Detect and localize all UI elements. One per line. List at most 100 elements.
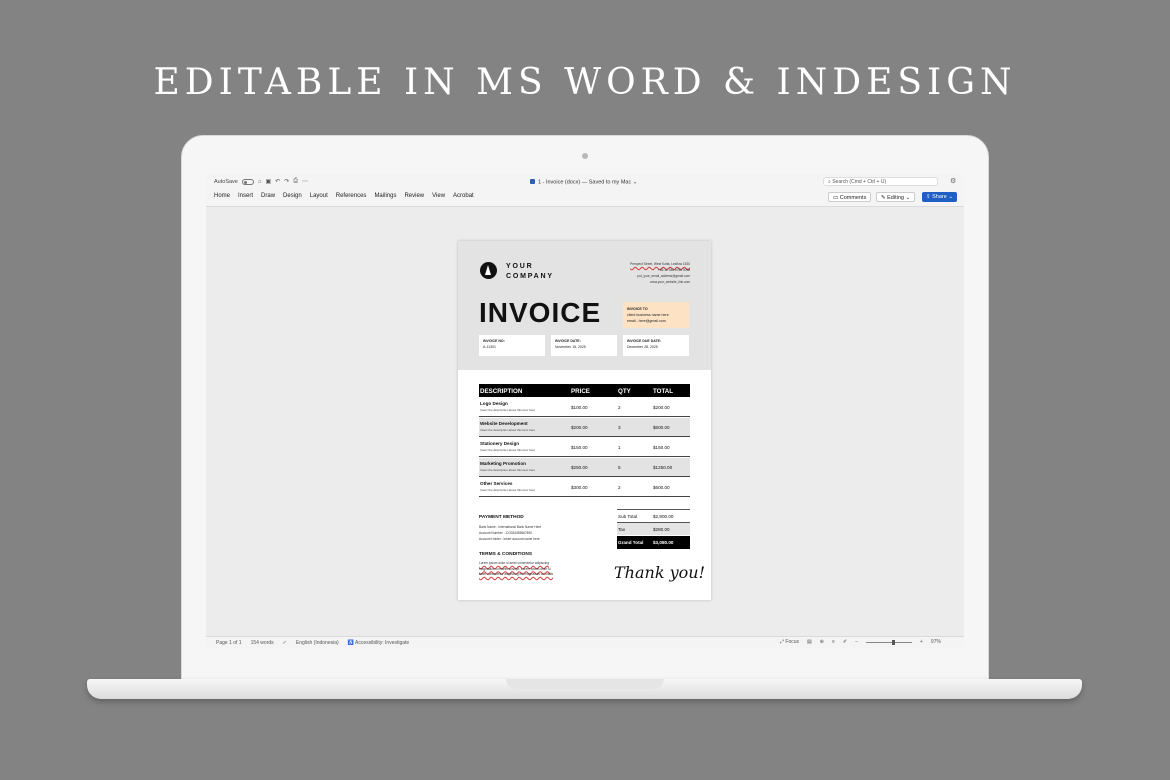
quick-access-toolbar: AutoSave ⌂ ▣ ↶ ↷ ⎙ ⋯: [214, 178, 308, 185]
row-desc: Insert the description about this item h…: [480, 488, 536, 492]
tab-draw[interactable]: Draw: [257, 193, 279, 199]
company-logo-icon: [480, 262, 497, 279]
home-icon[interactable]: ⌂: [258, 179, 262, 185]
row-total: $1250.00: [653, 464, 673, 470]
word-count[interactable]: 154 words: [251, 640, 274, 646]
meta-value: November 15, 2025: [555, 344, 586, 349]
word-doc-icon: [530, 179, 535, 184]
tab-home[interactable]: Home: [210, 193, 234, 199]
invoice-to-label: INVOICE TO: [627, 307, 648, 311]
table-row: Stationery Design Insert the description…: [479, 438, 690, 457]
row-price: $150.00: [571, 444, 588, 450]
row-price: $100.00: [571, 404, 588, 410]
document-page[interactable]: YOUR COMPANY Prespect Street, West Kutta…: [458, 241, 711, 600]
comments-label: Comments: [839, 195, 867, 201]
row-qty: 2: [618, 484, 621, 490]
draft-view-icon[interactable]: ✐: [843, 639, 847, 645]
print-icon[interactable]: ⎙: [293, 178, 298, 185]
row-service: Other Services: [480, 481, 513, 486]
row-service: Stationery Design: [480, 441, 520, 446]
table-row: Logo Design Insert the description about…: [479, 398, 690, 417]
editing-button[interactable]: ✎ Editing ⌄: [876, 192, 916, 202]
settings-icon[interactable]: ⚙: [950, 177, 956, 185]
row-qty: 2: [618, 404, 621, 410]
document-title-text: 1 - Invoice (docx) — Saved to my Mac ⌄: [538, 179, 638, 186]
save-icon[interactable]: ▣: [265, 178, 271, 185]
subtotal-row: Sub Total $2,800.00: [617, 509, 690, 522]
invoice-to-box: INVOICE TO client business name here ema…: [623, 302, 689, 328]
subtotal-value: $2,800.00: [653, 513, 674, 519]
search-input[interactable]: ⌕ Search (Cmd + Ctrl + U): [823, 177, 938, 186]
tab-insert[interactable]: Insert: [234, 193, 257, 199]
table-row: Marketing Promotion Insert the descripti…: [479, 458, 690, 477]
tab-references[interactable]: References: [332, 193, 371, 199]
share-button[interactable]: ⇪ Share ⌄: [922, 192, 957, 202]
payment-method-title: PAYMENT METHOD: [479, 515, 524, 520]
company-name-line2: COMPANY: [506, 273, 554, 280]
autosave-toggle[interactable]: [241, 178, 254, 185]
accessibility-icon: ♿: [347, 640, 356, 646]
page-count[interactable]: Page 1 of 1: [216, 640, 242, 646]
thank-you-signature: Thank you!: [614, 563, 706, 582]
tax-value: $280.00: [653, 526, 670, 532]
row-desc: Insert the description about this item h…: [480, 428, 536, 432]
undo-icon[interactable]: ↶: [275, 178, 280, 185]
tab-design[interactable]: Design: [279, 193, 306, 199]
share-label: Share ⌄: [932, 194, 953, 200]
tab-review[interactable]: Review: [400, 193, 428, 199]
ribbon: Home Insert Draw Design Layout Reference…: [206, 190, 964, 207]
headline: EDITABLE IN MS WORD & INDESIGN: [153, 62, 1017, 103]
tab-view[interactable]: View: [428, 193, 449, 199]
invoice-date-box: INVOICE DATE: November 15, 2025: [551, 335, 617, 356]
grand-total-label: Grand Total: [618, 539, 644, 545]
tax-label: Tax: [618, 526, 626, 532]
redo-icon[interactable]: ↷: [284, 178, 289, 185]
accessibility-status[interactable]: ♿ Accessibility: Investigate: [348, 640, 410, 646]
document-title[interactable]: 1 - Invoice (docx) — Saved to my Mac ⌄: [530, 179, 637, 186]
row-desc: Insert the description about this item h…: [480, 468, 536, 472]
tab-layout[interactable]: Layout: [306, 193, 332, 199]
row-price: $200.00: [571, 424, 588, 430]
zoom-slider[interactable]: [866, 639, 912, 645]
more-icon[interactable]: ⋯: [302, 178, 308, 185]
accessibility-label: Accessibility: Investigate: [355, 640, 410, 646]
row-total: $200.00: [653, 404, 670, 410]
zoom-out-button[interactable]: −: [855, 639, 858, 645]
comments-button[interactable]: ▭ Comments: [828, 192, 872, 202]
zoom-in-button[interactable]: +: [920, 639, 923, 645]
web-layout-icon[interactable]: ⊕: [820, 639, 824, 645]
title-bar: AutoSave ⌂ ▣ ↶ ↷ ⎙ ⋯ 1 - Invoice (docx) …: [206, 174, 964, 190]
outline-view-icon[interactable]: ≡: [832, 639, 835, 645]
camera-icon: [582, 153, 588, 159]
row-price: $300.00: [571, 484, 588, 490]
tax-row: Tax $280.00: [617, 522, 690, 535]
autosave-label: AutoSave: [214, 178, 238, 185]
row-qty: 1: [618, 444, 621, 450]
focus-label: Focus: [785, 639, 800, 645]
company-address: Prespect Street, West Kutta, Lesflow 153…: [630, 261, 690, 285]
invoice-title: INVOICE: [479, 297, 602, 328]
zoom-level[interactable]: 97%: [931, 639, 941, 645]
company-name-line1: YOUR: [506, 263, 534, 270]
table-row: Website Development Insert the descripti…: [479, 418, 690, 437]
row-desc: Insert the description about this item h…: [480, 408, 536, 412]
invoice-no-box: INVOICE NO: A-11301: [479, 335, 545, 356]
print-layout-icon[interactable]: ▤: [807, 639, 812, 645]
proofing-icon[interactable]: ✓: [283, 640, 287, 646]
status-right: ⤢ Focus ▤ ⊕ ≡ ✐ − + 97%: [780, 639, 941, 645]
meta-value: December 28, 2025: [627, 344, 658, 349]
row-service: Website Development: [480, 421, 528, 426]
terms-text: Lorem ipsum dolor si amet consectetur ad…: [479, 561, 573, 578]
language-status[interactable]: English (Indonesia): [296, 640, 339, 646]
row-total: $600.00: [653, 484, 670, 490]
zoom-slider-thumb[interactable]: [892, 639, 895, 645]
tab-mailings[interactable]: Mailings: [370, 193, 400, 199]
row-total: $600.00: [653, 424, 670, 430]
client-email: email...here@gmail.com: [627, 319, 666, 323]
account-holder-line: Account Holder : Insert account name her…: [479, 537, 540, 541]
invoice-due-date-box: INVOICE DUE DATE: December 28, 2025: [623, 335, 689, 356]
status-bar: Page 1 of 1 154 words ✓ English (Indones…: [206, 636, 964, 648]
focus-button[interactable]: ⤢ Focus: [780, 639, 799, 645]
tab-acrobat[interactable]: Acrobat: [449, 193, 478, 199]
row-qty: 5: [618, 464, 621, 470]
